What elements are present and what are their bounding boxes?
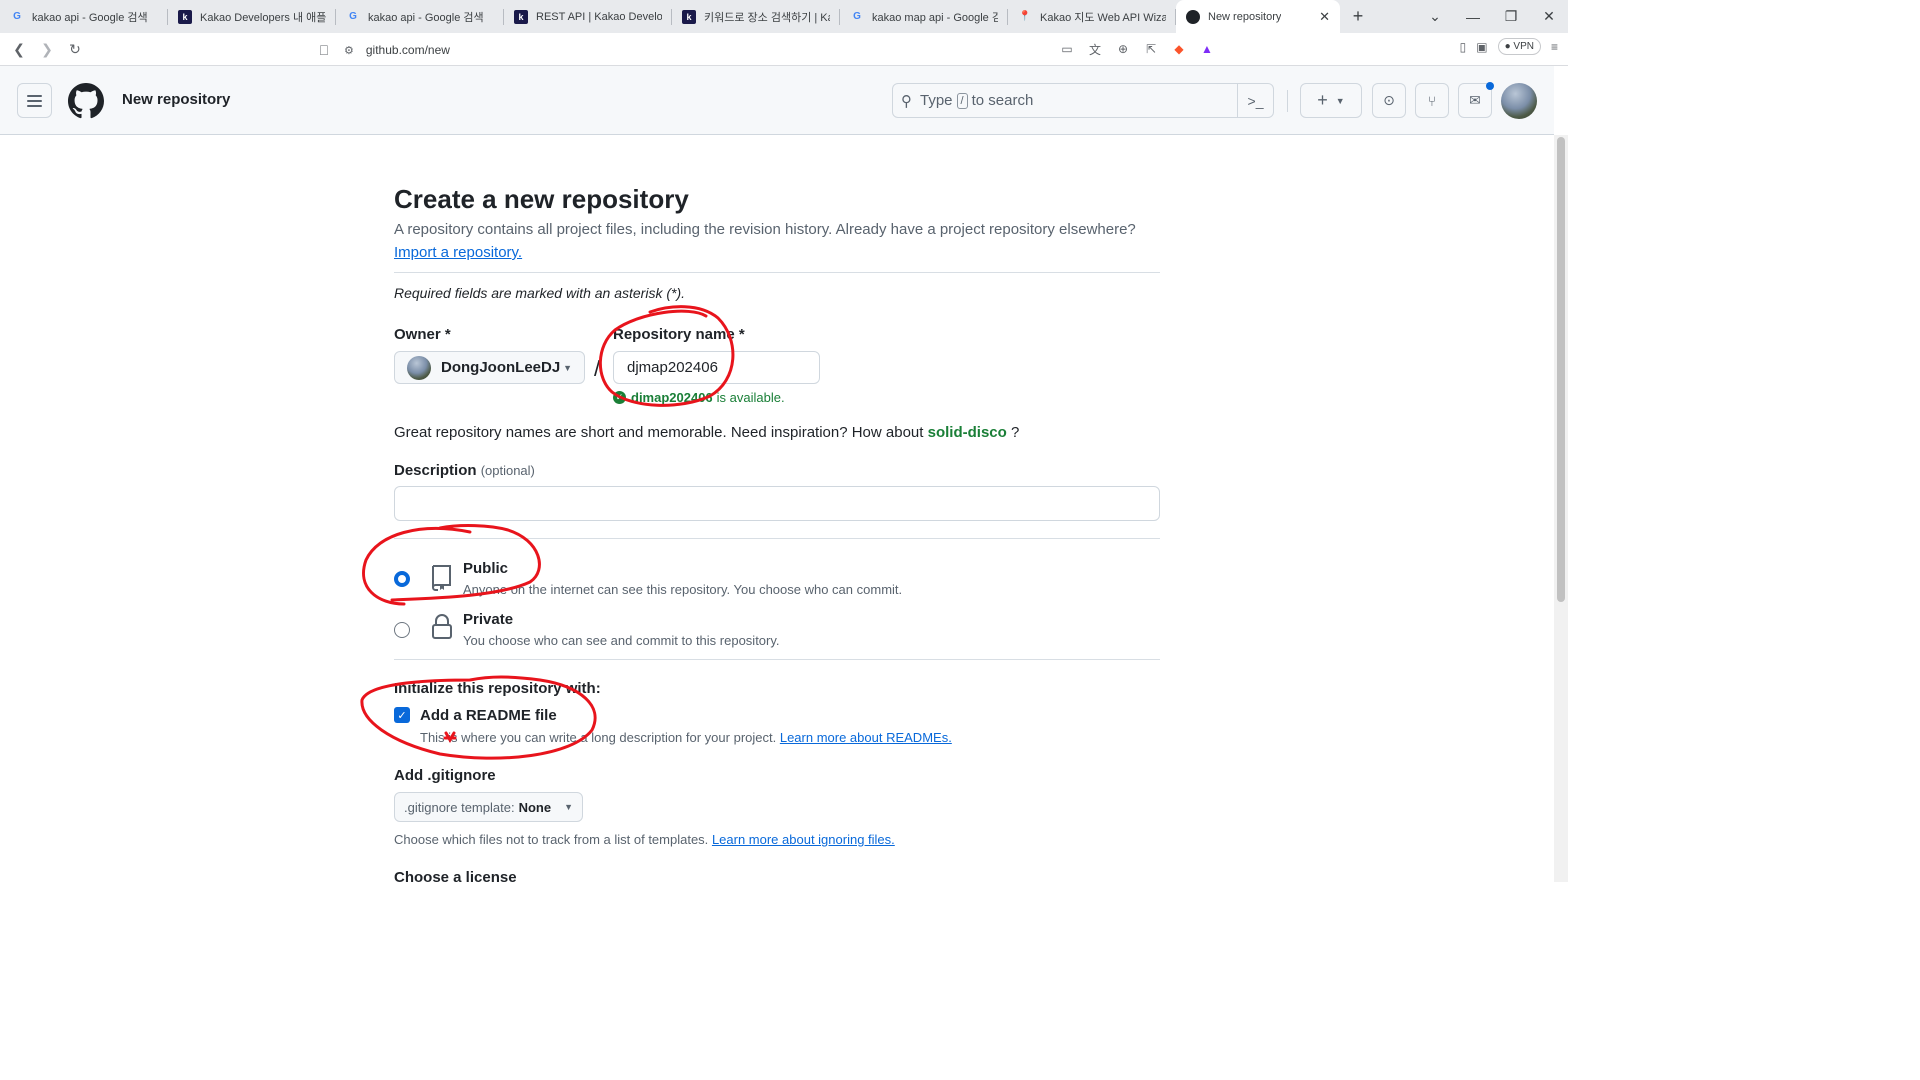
- tab-search-icon[interactable]: ⌄: [1416, 0, 1454, 33]
- window-controls: ⌄ — ❐ ✕: [1416, 0, 1568, 33]
- gitignore-label: Add .gitignore: [394, 767, 496, 784]
- browser-tab[interactable]: Gkakao map api - Google 검색: [840, 0, 1008, 33]
- owner-repo-separator: /: [594, 356, 601, 381]
- gitignore-learn-more-link[interactable]: Learn more about ignoring files.: [712, 832, 895, 847]
- github-icon: [1186, 9, 1200, 24]
- chevron-down-icon: ▼: [564, 802, 573, 812]
- browser-tab-active[interactable]: New repository ✕: [1176, 0, 1340, 33]
- map-pin-icon: 📍: [1018, 11, 1032, 22]
- site-info-icon[interactable]: ⚙: [344, 44, 354, 57]
- page-subtitle: A repository contains all project files,…: [394, 221, 1136, 238]
- header-divider: [1287, 90, 1288, 112]
- plus-icon: +: [1317, 90, 1328, 110]
- readme-label[interactable]: Add a README file: [420, 707, 557, 724]
- initialize-title: Initialize this repository with:: [394, 680, 601, 697]
- divider: [394, 272, 1160, 273]
- scrollbar-thumb[interactable]: [1557, 137, 1565, 602]
- menu-icon[interactable]: ≡: [1551, 40, 1558, 54]
- description-label: Description (optional): [394, 462, 535, 479]
- page-title: Create a new repository: [394, 184, 689, 214]
- avatar[interactable]: [1501, 83, 1537, 119]
- public-description: Anyone on the internet can see this repo…: [463, 582, 903, 597]
- private-description: You choose who can see and commit to thi…: [463, 633, 780, 648]
- browser-tab[interactable]: kKakao Developers 내 애플리케: [168, 0, 336, 33]
- browser-extras: ▯ ▣ ● VPN ≡: [1460, 38, 1558, 55]
- search-input[interactable]: ⚲ Type / to search >_: [892, 83, 1274, 118]
- private-title: Private: [463, 611, 514, 628]
- wallet-icon[interactable]: ▣: [1476, 40, 1487, 54]
- search-shortcut-key: /: [956, 92, 968, 109]
- divider: [394, 538, 1160, 539]
- google-icon: G: [853, 11, 861, 22]
- public-title: Public: [463, 560, 509, 577]
- share-icon[interactable]: ⇱: [1142, 39, 1160, 59]
- owner-avatar: [407, 355, 431, 380]
- public-radio[interactable]: [394, 571, 410, 587]
- browser-tab[interactable]: Gkakao api - Google 검색: [336, 0, 504, 33]
- reload-icon[interactable]: ↻: [61, 35, 89, 63]
- private-radio[interactable]: [394, 622, 410, 638]
- brave-shields-icon[interactable]: ◆: [1170, 39, 1188, 59]
- kakao-icon: k: [682, 9, 696, 24]
- bookmark-icon[interactable]: ⎕: [310, 36, 338, 64]
- browser-toolbar: ❮ ❯ ↻ ⎕ ⚙ github.com/new ▭ 文 ⊕ ⇱ ◆ ▲ ▯ ▣…: [0, 33, 1568, 66]
- kakao-icon: k: [178, 9, 192, 24]
- url-text: github.com/new: [365, 43, 450, 57]
- hamburger-menu-icon[interactable]: [17, 83, 52, 118]
- browser-tab[interactable]: kREST API | Kakao Developers: [504, 0, 672, 33]
- readme-checkbox[interactable]: ✓: [394, 707, 410, 723]
- translate-icon[interactable]: 文: [1086, 39, 1104, 59]
- owner-label: Owner *: [394, 326, 451, 343]
- close-window-icon[interactable]: ✕: [1530, 0, 1568, 33]
- repo-name-input[interactable]: [613, 351, 820, 384]
- minimize-icon[interactable]: —: [1454, 0, 1492, 33]
- gitignore-select[interactable]: .gitignore template: None ▼: [394, 792, 583, 822]
- zoom-icon[interactable]: ⊕: [1114, 39, 1132, 59]
- create-new-button[interactable]: + ▼: [1300, 83, 1362, 118]
- cast-icon[interactable]: ▭: [1058, 39, 1076, 59]
- repo-icon: [432, 565, 451, 591]
- browser-tab[interactable]: Gkakao api - Google 검색: [0, 0, 168, 33]
- import-repository-link[interactable]: Import a repository.: [394, 244, 522, 261]
- new-tab-button[interactable]: +: [1340, 0, 1376, 33]
- required-fields-note: Required fields are marked with an aster…: [394, 285, 686, 301]
- address-bar-actions: ▭ 文 ⊕ ⇱ ◆ ▲: [1058, 39, 1216, 59]
- owner-select[interactable]: DongJoonLeeDJ ▼: [394, 351, 585, 384]
- availability-message: ✓ djmap202406 is available.: [613, 390, 785, 405]
- check-circle-icon: ✓: [613, 391, 626, 404]
- browser-tab-bar: Gkakao api - Google 검색 k Kakao Developers…: [0, 0, 1568, 33]
- header-title: New repository: [122, 91, 231, 108]
- restore-icon[interactable]: ❐: [1492, 0, 1530, 33]
- scrollbar[interactable]: [1554, 135, 1568, 882]
- chevron-down-icon: ▼: [563, 362, 572, 373]
- lock-icon: [432, 614, 452, 639]
- vpn-button[interactable]: ● VPN: [1497, 38, 1541, 55]
- readme-description: This is where you can write a long descr…: [420, 730, 952, 745]
- sidebar-icon[interactable]: ▯: [1460, 40, 1467, 54]
- pull-requests-icon[interactable]: ⑂: [1415, 83, 1449, 118]
- back-icon[interactable]: ❮: [5, 35, 33, 63]
- brave-rewards-icon[interactable]: ▲: [1198, 39, 1216, 59]
- divider: [394, 659, 1160, 660]
- close-tab-icon[interactable]: ✕: [1319, 9, 1330, 25]
- issues-icon[interactable]: ⊙: [1372, 83, 1406, 118]
- forward-icon[interactable]: ❯: [33, 35, 61, 63]
- description-input[interactable]: [394, 486, 1160, 521]
- browser-tab[interactable]: k 키워드로 장소 검색하기 | Kak: [672, 0, 840, 33]
- gitignore-description: Choose which files not to track from a l…: [394, 832, 895, 847]
- readme-learn-more-link[interactable]: Learn more about READMEs.: [780, 730, 952, 745]
- chevron-down-icon: ▼: [1335, 95, 1345, 106]
- license-label: Choose a license: [394, 869, 517, 886]
- search-icon: ⚲: [901, 92, 912, 110]
- notification-dot: [1486, 82, 1494, 90]
- command-palette-icon[interactable]: >_: [1237, 84, 1273, 117]
- google-icon: G: [349, 11, 357, 22]
- name-suggestion[interactable]: solid-disco: [928, 424, 1007, 441]
- github-logo-icon[interactable]: [68, 83, 104, 119]
- browser-tab[interactable]: 📍 Kakao 지도 Web API Wizard: [1008, 0, 1176, 33]
- name-inspiration: Great repository names are short and mem…: [394, 424, 1020, 441]
- repo-name-label: Repository name *: [613, 326, 745, 343]
- google-icon: G: [13, 11, 21, 22]
- kakao-icon: k: [514, 9, 528, 24]
